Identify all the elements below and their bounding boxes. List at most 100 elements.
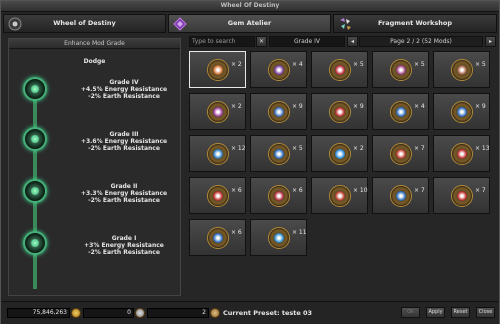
- page-info: Page 2 / 2 (52 Mods): [359, 36, 483, 47]
- grade-ii-node[interactable]: [23, 179, 47, 203]
- mod-quantity: × 2: [353, 145, 364, 152]
- panel-header: Enhance Mod Grade: [9, 39, 180, 49]
- mod-symbol-icon: [274, 233, 284, 243]
- tab-bar: Wheel of Destiny Gem Atelier Fragment Wo…: [3, 14, 497, 33]
- mod-gem-icon: [329, 185, 351, 207]
- mod-gem-icon: [268, 143, 290, 165]
- mod-grid: × 2 × 4 × 5 × 5 × 5 × 2 × 9 × 9 × 4 × 9 × 12 × 5 × 2…: [189, 51, 497, 297]
- enhance-mod-grade-panel: Enhance Mod Grade Dodge Grade IV +4.5% E…: [8, 38, 181, 296]
- mod-quantity: × 6: [231, 187, 242, 194]
- mod-slot[interactable]: × 6: [189, 219, 246, 256]
- mod-quantity: × 6: [292, 187, 303, 194]
- mod-gem-icon: [329, 101, 351, 123]
- mod-slot[interactable]: × 6: [250, 177, 307, 214]
- grade-iii-node[interactable]: [23, 127, 47, 151]
- mod-slot[interactable]: × 2: [189, 51, 246, 88]
- gold-coin-icon: [71, 308, 81, 318]
- mod-symbol-icon: [396, 107, 406, 117]
- gold-balance: 75,846,263: [7, 308, 70, 318]
- mod-symbol-icon: [335, 191, 345, 201]
- ok-button[interactable]: Ok: [401, 307, 420, 318]
- mod-slot[interactable]: × 10: [311, 177, 368, 214]
- node-core-icon: [31, 187, 39, 195]
- mod-gem-icon: [451, 143, 473, 165]
- grade-i-info: Grade I +3% Energy Resistance -2% Earth …: [69, 235, 179, 256]
- mod-gem-icon: [451, 185, 473, 207]
- mod-symbol-icon: [213, 191, 223, 201]
- mod-slot[interactable]: × 6: [189, 177, 246, 214]
- wheel-of-destiny-window: Wheel Of Destiny Wheel of Destiny Gem At…: [0, 0, 500, 324]
- mod-symbol-icon: [274, 107, 284, 117]
- mod-gem-icon: [451, 59, 473, 81]
- mod-gem-icon: [390, 143, 412, 165]
- mod-slot[interactable]: × 4: [372, 93, 429, 130]
- mod-slot[interactable]: × 7: [372, 177, 429, 214]
- mod-slot[interactable]: × 13: [433, 135, 490, 172]
- mod-slot[interactable]: × 2: [189, 93, 246, 130]
- mod-slot[interactable]: × 4: [250, 51, 307, 88]
- mod-slot[interactable]: × 9: [250, 93, 307, 130]
- mod-gem-icon: [329, 59, 351, 81]
- tab-fragment-workshop[interactable]: Fragment Workshop: [333, 14, 497, 33]
- grade-filter-select[interactable]: Grade IV: [269, 36, 345, 47]
- mod-slot[interactable]: × 5: [250, 135, 307, 172]
- mod-slot[interactable]: × 5: [433, 51, 490, 88]
- mod-gem-icon: [268, 101, 290, 123]
- mod-slot[interactable]: × 9: [311, 93, 368, 130]
- grade-i-node[interactable]: [23, 231, 47, 255]
- mod-symbol-icon: [396, 191, 406, 201]
- mod-slot[interactable]: × 12: [189, 135, 246, 172]
- mod-quantity: × 4: [414, 103, 425, 110]
- mod-symbol-icon: [457, 65, 467, 75]
- mod-symbol-icon: [274, 191, 284, 201]
- mod-quantity: × 7: [414, 187, 425, 194]
- mod-slot[interactable]: × 9: [433, 93, 490, 130]
- clear-search-button[interactable]: ✕: [256, 36, 267, 47]
- search-input[interactable]: Type to search: [189, 36, 255, 47]
- mod-slot[interactable]: × 5: [372, 51, 429, 88]
- grade-iv-info: Grade IV +4.5% Energy Resistance -2% Ear…: [69, 79, 179, 100]
- tab-wheel-of-destiny[interactable]: Wheel of Destiny: [3, 14, 166, 33]
- grade-ii-info: Grade II +3.3% Energy Resistance -2% Ear…: [69, 183, 179, 204]
- reset-button[interactable]: Reset: [451, 307, 470, 318]
- mod-symbol-icon: [335, 65, 345, 75]
- gem-balance: 2: [147, 308, 209, 318]
- node-core-icon: [31, 135, 39, 143]
- mod-symbol-icon: [457, 107, 467, 117]
- mod-slot[interactable]: × 2: [311, 135, 368, 172]
- window-title: Wheel Of Destiny: [1, 1, 499, 12]
- mod-symbol-icon: [335, 107, 345, 117]
- mod-quantity: × 7: [475, 187, 486, 194]
- tab-label: Fragment Workshop: [378, 19, 452, 27]
- grade-bonus: +3% Energy Resistance: [84, 242, 164, 249]
- fragment-icon: [135, 308, 145, 318]
- mod-quantity: × 2: [231, 103, 242, 110]
- mod-gem-icon: [207, 59, 229, 81]
- apply-button[interactable]: Apply: [426, 307, 445, 318]
- mod-symbol-icon: [213, 107, 223, 117]
- node-core-icon: [31, 239, 39, 247]
- mod-slot[interactable]: × 5: [311, 51, 368, 88]
- mod-symbol-icon: [457, 191, 467, 201]
- grade-penalty: -2% Earth Resistance: [88, 197, 160, 204]
- mod-symbol-icon: [213, 65, 223, 75]
- next-page-button[interactable]: ▸: [485, 36, 496, 47]
- mod-quantity: × 9: [475, 103, 486, 110]
- mod-gem-icon: [268, 185, 290, 207]
- tab-gem-atelier[interactable]: Gem Atelier: [168, 14, 331, 33]
- gem-currency-icon: [210, 308, 220, 318]
- mod-slot[interactable]: × 7: [372, 135, 429, 172]
- prev-page-button[interactable]: ◂: [347, 36, 358, 47]
- mod-slot[interactable]: × 11: [250, 219, 307, 256]
- mod-slot[interactable]: × 7: [433, 177, 490, 214]
- grade-penalty: -2% Earth Resistance: [88, 249, 160, 256]
- grade-title: Grade II: [110, 183, 138, 190]
- mod-quantity: × 5: [414, 61, 425, 68]
- grade-iv-node[interactable]: [23, 77, 47, 101]
- close-button[interactable]: Close: [476, 307, 495, 318]
- mod-quantity: × 5: [475, 61, 486, 68]
- grade-title: Grade III: [109, 131, 139, 138]
- tab-label: Gem Atelier: [227, 19, 272, 27]
- fragment-balance: 0: [83, 308, 134, 318]
- grade-penalty: -2% Earth Resistance: [88, 93, 160, 100]
